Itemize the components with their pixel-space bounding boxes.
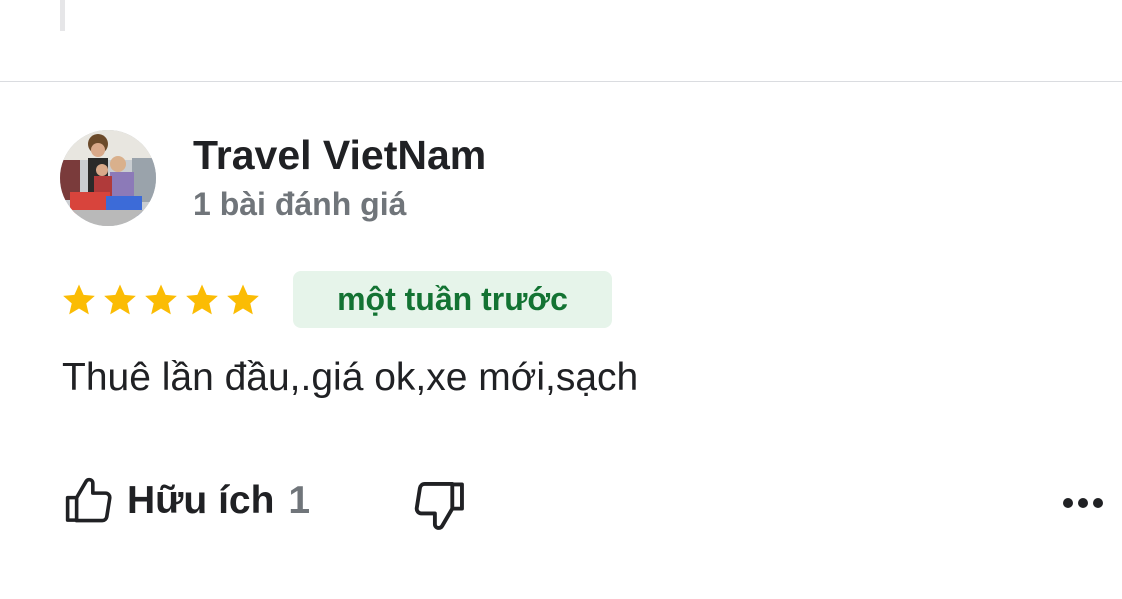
more-horizontal-icon [1055, 486, 1111, 520]
author-name[interactable]: Travel VietNam [193, 132, 486, 179]
review-count: 1 bài đánh giá [193, 186, 407, 222]
review-time: một tuần trước [337, 281, 568, 317]
avatar[interactable] [60, 130, 156, 226]
helpful-label: Hữu ích [127, 479, 275, 522]
helpful-count: 1 [288, 479, 311, 522]
thumbs-down-icon [410, 476, 468, 534]
star-icon [183, 279, 221, 321]
review-time-badge: một tuần trước [293, 271, 612, 328]
helpful-button[interactable]: Hữu ích 1 [62, 468, 310, 534]
review-text: Thuê lần đầu,.giá ok,xe mới,sạch [62, 356, 639, 399]
star-icon [60, 279, 98, 321]
star-rating [60, 279, 262, 321]
star-icon [224, 279, 262, 321]
more-options-button[interactable] [1055, 486, 1111, 520]
not-helpful-button[interactable] [410, 476, 468, 534]
star-icon [142, 279, 180, 321]
star-icon [101, 279, 139, 321]
avatar-photo [60, 130, 156, 226]
previous-review-quote-bar [60, 0, 65, 31]
thumbs-up-icon [62, 473, 116, 529]
review-divider [0, 81, 1122, 82]
